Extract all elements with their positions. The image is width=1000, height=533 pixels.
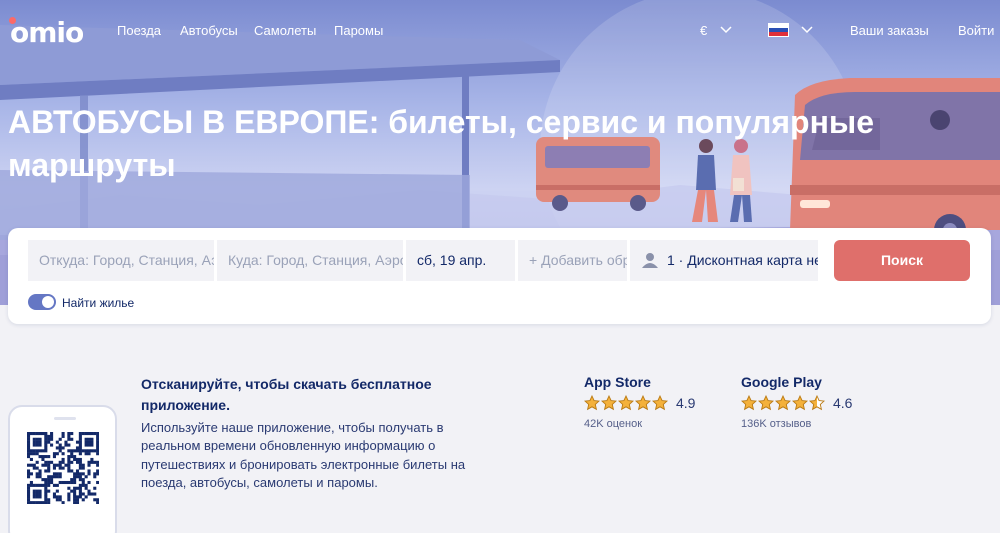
nav-ferries[interactable]: Паромы [334,23,383,38]
search-panel: Откуда: Город, Станция, Аэропорт Куда: Г… [8,228,991,324]
nav-flights[interactable]: Самолеты [254,23,316,38]
star-icon [741,395,757,411]
logo-dot [9,17,16,24]
star-icon [792,395,808,411]
accommodation-toggle-label: Найти жилье [62,296,135,310]
chevron-down-icon[interactable] [719,22,733,36]
russian-flag-icon[interactable] [768,23,789,37]
star-icon [618,395,634,411]
app-store-rating[interactable]: App Store 4.9 42K оценок [584,374,695,430]
phone-notch [54,417,76,420]
star-icon [809,395,825,411]
currency-selector[interactable]: € [700,23,707,38]
star-icon [758,395,774,411]
chevron-down-icon[interactable] [800,22,814,36]
rating-value: 4.6 [833,395,853,411]
star-icon [652,395,668,411]
page-title: АВТОБУСЫ В ЕВРОПЕ: билеты, сервис и попу… [8,104,875,183]
person-icon [642,252,658,268]
passengers-selector[interactable]: 1 · Дисконтная карта нет [630,240,818,281]
login-link[interactable]: Войти [958,23,994,38]
accommodation-toggle[interactable] [28,294,56,310]
passengers-label: 1 · Дисконтная карта нет [667,252,818,268]
to-input[interactable]: Куда: Город, Станция, Аэропорт [217,240,403,281]
omio-logo[interactable]: omio [10,16,84,49]
from-input[interactable]: Откуда: Город, Станция, Аэропорт [28,240,214,281]
review-count: 136K отзывов [741,418,812,430]
store-name: Google Play [741,374,822,390]
promo-text: Используйте наше приложение, чтобы получ… [141,420,466,490]
return-date-input[interactable]: + Добавить обратную [518,240,627,281]
star-rating [741,395,825,411]
top-nav: omio Поезда Автобусы Самолеты Паромы € В… [0,0,1000,60]
review-count: 42K оценок [584,418,643,430]
qr-code [27,432,99,504]
store-rating: 4.6 [741,394,852,412]
store-rating: 4.9 [584,394,695,412]
promo-title: Отсканируйте, чтобы скачать бесплатное п… [141,376,432,413]
star-icon [584,395,600,411]
phone-mockup [8,405,117,533]
google-play-rating[interactable]: Google Play 4.6 136K отзывов [741,374,852,430]
star-icon [775,395,791,411]
star-rating [584,395,668,411]
store-name: App Store [584,374,651,390]
toggle-knob [42,296,54,308]
my-orders-link[interactable]: Ваши заказы [850,23,929,38]
star-icon [635,395,651,411]
star-icon [601,395,617,411]
nav-trains[interactable]: Поезда [117,23,161,38]
rating-value: 4.9 [676,395,696,411]
search-button[interactable]: Поиск [834,240,970,281]
nav-buses[interactable]: Автобусы [180,23,238,38]
departure-date-input[interactable]: сб, 19 апр. [406,240,515,281]
